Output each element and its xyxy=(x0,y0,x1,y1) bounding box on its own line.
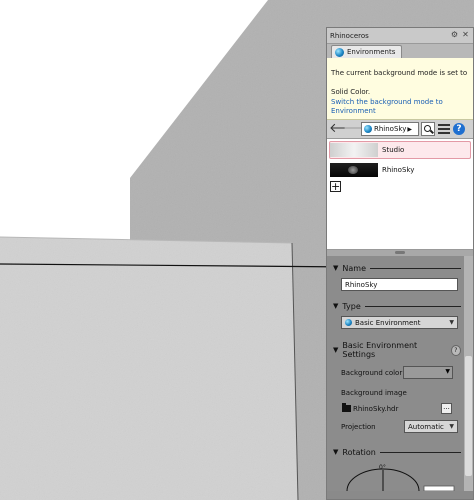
background-image-label: Background image xyxy=(341,389,407,397)
section-name-header[interactable]: ▼ Name xyxy=(333,262,461,274)
name-field[interactable]: RhinoSky xyxy=(341,278,458,291)
section-title: Name xyxy=(342,263,366,273)
chevron-down-icon: ▼ xyxy=(333,346,339,354)
rotation-dial[interactable]: 0° xyxy=(327,460,466,491)
section-type-header[interactable]: ▼ Type xyxy=(333,300,461,312)
panel-title: Rhinoceros xyxy=(330,31,369,40)
type-value: Basic Environment xyxy=(355,318,421,327)
folder-icon xyxy=(342,403,351,412)
rotation-angle-label: 0° xyxy=(379,464,386,471)
divider xyxy=(370,267,461,269)
rhinosky-thumbnail xyxy=(330,163,378,177)
background-image-file: RhinoSky.hdr xyxy=(353,405,399,413)
close-icon[interactable]: ✕ xyxy=(461,30,470,39)
globe-icon xyxy=(345,319,352,326)
notice-text: The current background mode is set to So… xyxy=(331,69,468,96)
studio-thumbnail xyxy=(330,143,378,157)
section-title: Rotation xyxy=(342,447,376,457)
browse-button[interactable]: ... xyxy=(441,403,452,414)
projection-label: Projection xyxy=(341,423,376,431)
scrollbar[interactable] xyxy=(464,256,473,491)
back-arrow-icon[interactable]: 🡐 xyxy=(329,121,364,137)
list-item-studio[interactable]: Studio xyxy=(329,141,471,159)
help-icon[interactable]: ? xyxy=(453,123,465,135)
rotation-value-field xyxy=(423,485,455,491)
list-item-label: RhinoSky xyxy=(382,166,415,174)
chevron-down-icon: ▼ xyxy=(333,264,339,272)
environment-list: Studio RhinoSky + xyxy=(327,139,473,250)
panel-titlebar[interactable]: Rhinoceros ⚙ ✕ xyxy=(327,28,473,44)
environment-selector-value: RhinoSky xyxy=(374,125,407,133)
gear-icon[interactable]: ⚙ xyxy=(450,30,459,39)
projection-dropdown[interactable]: Automatic ▼ xyxy=(404,420,458,433)
environments-panel: Rhinoceros ⚙ ✕ Environments The current … xyxy=(326,27,474,500)
list-item-rhinosky[interactable]: RhinoSky xyxy=(329,161,471,179)
section-title: Type xyxy=(342,301,361,311)
panel-tabstrip: Environments xyxy=(327,44,473,58)
panel-navbar: 🡐 🡒 RhinoSky ▶ ? xyxy=(327,120,473,139)
divider xyxy=(379,451,461,453)
switch-background-mode-link[interactable]: Switch the background mode to Environmen… xyxy=(331,98,470,116)
background-color-picker[interactable]: ▼ xyxy=(403,366,453,379)
type-dropdown[interactable]: Basic Environment ▼ xyxy=(341,316,458,329)
chevron-down-icon: ▼ xyxy=(333,302,339,310)
list-item-label: Studio xyxy=(382,146,405,154)
projection-value: Automatic xyxy=(408,422,444,431)
section-basic-settings-header[interactable]: ▼ Basic Environment Settings ? xyxy=(333,341,461,359)
properties-area: ▼ Name RhinoSky ▼ Type Basic Environment… xyxy=(327,256,473,491)
environment-selector[interactable]: RhinoSky ▶ xyxy=(361,122,419,136)
menu-icon[interactable] xyxy=(438,123,450,135)
background-mode-notice: The current background mode is set to So… xyxy=(327,58,473,120)
help-icon[interactable]: ? xyxy=(450,344,461,356)
chevron-down-icon: ▼ xyxy=(449,423,454,430)
section-title: Basic Environment Settings xyxy=(342,341,418,359)
section-rotation-header[interactable]: ▼ Rotation xyxy=(333,446,461,458)
scrollbar-thumb[interactable] xyxy=(465,356,472,476)
chevron-right-icon: ▶ xyxy=(407,125,412,133)
tab-label: Environments xyxy=(347,48,396,56)
chevron-down-icon: ▼ xyxy=(333,448,339,456)
search-icon[interactable] xyxy=(421,122,435,136)
divider xyxy=(364,305,461,307)
globe-icon xyxy=(335,47,344,57)
background-color-label: Background color xyxy=(341,369,403,377)
forward-arrow-icon[interactable]: 🡒 xyxy=(343,121,378,137)
chevron-down-icon: ▼ xyxy=(449,319,454,326)
tab-environments[interactable]: Environments xyxy=(331,45,403,58)
add-environment-button[interactable]: + xyxy=(330,181,341,192)
globe-icon xyxy=(364,125,372,133)
chevron-down-icon: ▼ xyxy=(445,368,450,375)
